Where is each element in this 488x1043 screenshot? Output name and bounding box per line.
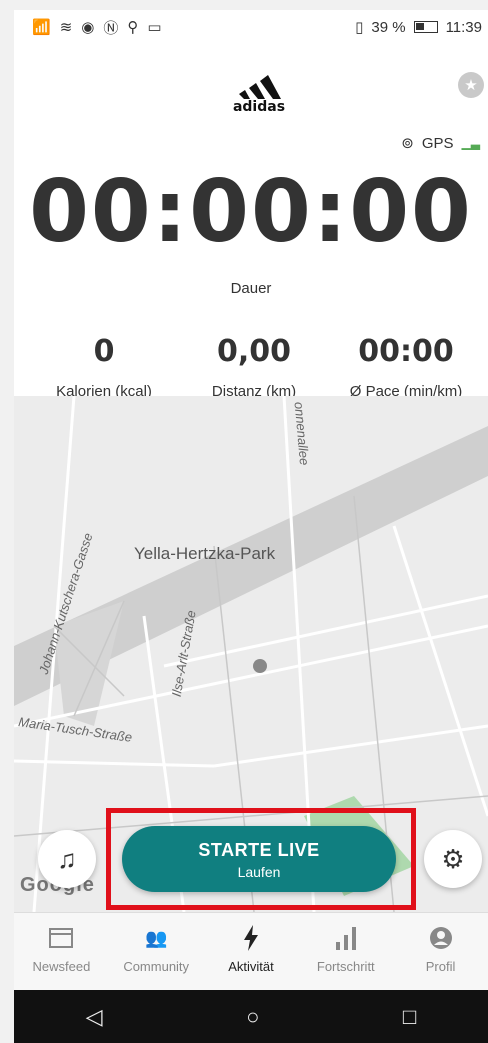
brand-text: adidas [233,99,285,114]
tab-label: Profil [425,959,456,974]
vibrate-icon: ▯ [355,19,364,36]
tab-label: Newsfeed [32,959,91,974]
home-icon[interactable]: ○ [246,1004,259,1030]
progress-icon [333,925,359,951]
adidas-logo: adidas [233,75,285,114]
start-button-title: STARTE LIVE [198,840,320,860]
battery-icon [413,21,438,33]
app-frame: 📶 ≋ ◉ Ⓝ ⚲ ▭ ▯ 39 % 11:39 adidas ★ ⊚ GPS … [0,0,488,1043]
profile-icon [428,925,454,951]
location-icon: ⚲ [127,19,140,36]
stat-value: 0 [93,334,115,369]
duration-timer: 00:00:00 [29,162,473,262]
stat-value: 0,00 [216,334,292,369]
tab-progress[interactable]: Fortschritt [298,913,393,990]
recents-icon[interactable]: □ [403,1004,416,1030]
tab-label: Aktivität [228,959,274,974]
gps-signal-icon: ⊚ [401,135,414,152]
stat-pace: 00:00 Ø Pace (min/km) [326,334,486,400]
eye-icon: ◉ [81,19,96,36]
wifi-icon: ≋ [59,19,74,36]
newsfeed-icon [48,925,74,951]
tab-community[interactable]: 👥 Community [109,913,204,990]
gear-icon: ⚙ [441,843,465,874]
status-bar: 📶 ≋ ◉ Ⓝ ⚲ ▭ ▯ 39 % 11:39 [14,10,488,44]
gps-label: GPS [421,134,454,152]
tab-profile[interactable]: Profil [393,913,488,990]
park-label: Yella-Hertzka-Park [134,544,276,563]
music-button[interactable]: ♫ [38,830,96,888]
activity-icon [238,925,264,951]
back-icon[interactable]: ◁ [86,1004,103,1030]
gps-indicator: ⊚ GPS ▁▃ [401,134,480,153]
signal-icon: 📶 [32,19,52,36]
start-live-button[interactable]: STARTE LIVE Laufen [122,826,396,892]
tab-label: Fortschritt [316,959,375,974]
tab-newsfeed[interactable]: Newsfeed [14,913,109,990]
activity-header: adidas ★ ⊚ GPS ▁▃ 00:00:00 Dauer 0 Kalor… [14,44,488,400]
bottom-tab-bar: Newsfeed 👥 Community Aktivität Fortschri… [14,912,488,990]
gps-strength-icon: ▁▃ [461,136,480,150]
settings-button[interactable]: ⚙ [424,830,482,888]
cast-icon: ▭ [147,19,163,36]
duration-label: Dauer [230,280,272,297]
system-nav-bar: ◁ ○ □ [14,990,488,1043]
clock: 11:39 [445,18,482,36]
stat-calories: 0 Kalorien (kcal) [24,334,184,400]
community-icon: 👥 [144,927,168,948]
tab-label: Community [123,959,190,974]
stat-distance: 0,00 Distanz (km) [174,334,334,400]
status-icons: 📶 ≋ ◉ Ⓝ ⚲ ▭ [32,17,163,38]
tab-activity[interactable]: Aktivität [204,913,299,990]
nfc-icon: Ⓝ [103,19,120,37]
battery-percent: 39 % [371,18,406,36]
start-button-subtitle: Laufen [237,864,281,880]
stat-value: 00:00 [358,334,454,369]
music-note-icon: ♫ [57,843,77,874]
favorite-star-icon[interactable]: ★ [458,72,484,98]
